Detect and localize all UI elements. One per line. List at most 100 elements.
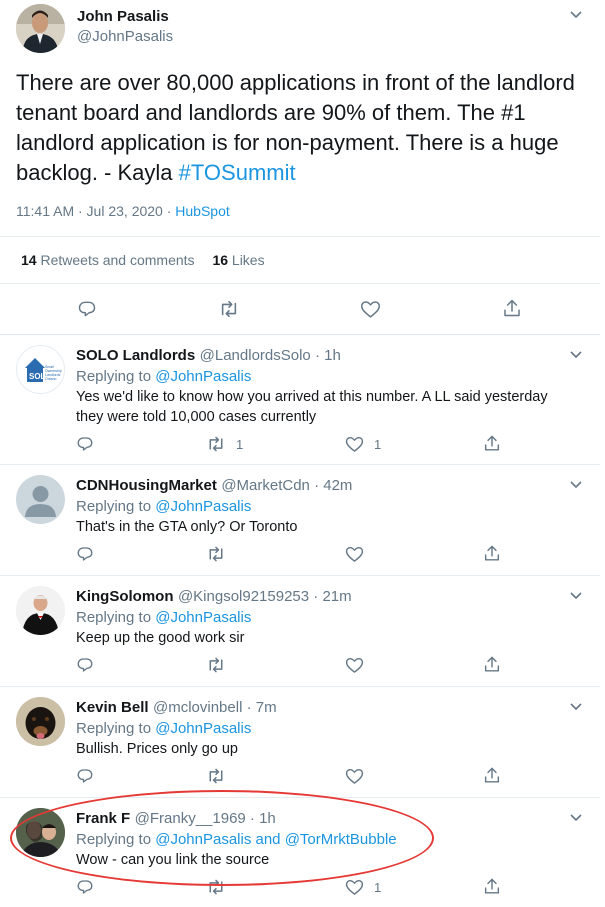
tweet-timestamp[interactable]: 11:41 AM · Jul 23, 2020 ·	[16, 203, 175, 219]
retweets-stat[interactable]: 14 Retweets and comments	[21, 252, 195, 268]
heart-icon	[345, 768, 364, 784]
reply-button[interactable]	[76, 767, 94, 785]
replying-to: Replying to @JohnPasalis	[76, 719, 251, 739]
share-button[interactable]	[483, 766, 501, 785]
highlight-annotation	[10, 790, 434, 886]
share-icon	[504, 299, 520, 317]
reply-author-handle[interactable]: @MarketCdn · 42m	[221, 477, 352, 494]
replying-to-link[interactable]: @JohnPasalis	[155, 368, 251, 385]
reply-tweet[interactable]: KingSolomon @Kingsol92159253 · 21m Reply…	[0, 576, 600, 686]
like-button[interactable]	[345, 545, 364, 563]
reply-author-name[interactable]: KingSolomon	[76, 588, 174, 605]
chevron-down-icon[interactable]	[569, 702, 583, 712]
reply-header: Kevin Bell @mclovinbell · 7m	[76, 699, 277, 717]
share-icon	[484, 435, 500, 451]
share-button[interactable]	[483, 544, 501, 563]
author-avatar[interactable]	[16, 4, 65, 53]
tweet-stats: 14 Retweets and comments 16 Likes	[21, 252, 265, 268]
likes-count: 16	[212, 252, 229, 268]
reply-author-handle[interactable]: @mclovinbell · 7m	[153, 699, 277, 716]
like-button[interactable]	[345, 767, 364, 785]
reply-author-name[interactable]: CDNHousingMarket	[76, 477, 217, 494]
chevron-down-icon[interactable]	[569, 10, 583, 20]
author-name[interactable]: John Pasalis	[77, 8, 169, 25]
logo-text: Ontario	[45, 377, 57, 381]
replying-prefix: Replying to	[76, 498, 156, 515]
tweet-source[interactable]: HubSpot	[175, 203, 229, 219]
reply-button[interactable]	[76, 878, 94, 896]
replying-to-link[interactable]: @JohnPasalis	[155, 498, 251, 515]
heart-icon	[345, 657, 364, 673]
like-button[interactable]	[345, 656, 364, 674]
share-icon	[484, 878, 500, 894]
reply-icon	[78, 301, 96, 317]
share-icon	[484, 545, 500, 561]
reply-text: Keep up the good work sir	[76, 630, 245, 646]
solo-landlords-avatar[interactable]: SOLO Small Ownership Landlords Ontario	[16, 345, 65, 394]
reply-tweet[interactable]: Kevin Bell @mclovinbell · 7m Replying to…	[0, 687, 600, 797]
share-button[interactable]	[483, 655, 501, 674]
retweet-icon	[209, 546, 223, 562]
reply-text: That's in the GTA only? Or Toronto	[76, 519, 298, 535]
share-button[interactable]	[483, 877, 501, 896]
reply-tweet[interactable]: SOLO Small Ownership Landlords Ontario S…	[0, 335, 600, 464]
reply-button[interactable]	[76, 435, 94, 453]
heart-icon	[345, 879, 364, 895]
tweet-meta: 11:41 AM · Jul 23, 2020 · HubSpot	[16, 203, 230, 219]
chevron-down-icon[interactable]	[569, 480, 583, 490]
like-count: 1	[374, 436, 382, 452]
reply-author-name[interactable]: SOLO Landlords	[76, 347, 195, 364]
reply-header: KingSolomon @Kingsol92159253 · 21m	[76, 588, 352, 606]
reply-icon	[77, 547, 93, 561]
retweet-button[interactable]	[206, 656, 226, 674]
kingsolomon-avatar[interactable]	[16, 586, 65, 635]
replying-to: Replying to @JohnPasalis	[76, 497, 251, 517]
reply-header: CDNHousingMarket @MarketCdn · 42m	[76, 477, 352, 495]
replying-prefix: Replying to	[76, 609, 156, 626]
like-button[interactable]: 1	[345, 878, 381, 896]
likes-stat[interactable]: 16 Likes	[212, 252, 264, 268]
like-button[interactable]	[360, 299, 381, 319]
replying-prefix: Replying to	[76, 720, 156, 737]
retweet-icon	[221, 300, 237, 318]
author-handle[interactable]: @JohnPasalis	[77, 28, 173, 45]
reply-icon	[77, 658, 93, 672]
default-avatar[interactable]	[16, 475, 65, 524]
reply-tweet[interactable]: CDNHousingMarket @MarketCdn · 42m Replyi…	[0, 465, 600, 575]
heart-icon	[345, 546, 364, 562]
reply-button[interactable]	[76, 656, 94, 674]
like-count: 1	[374, 879, 382, 895]
retweets-label: Retweets and comments	[40, 252, 195, 268]
likes-label: Likes	[231, 252, 265, 268]
chevron-down-icon[interactable]	[569, 350, 583, 360]
share-button[interactable]	[502, 298, 522, 319]
divider	[0, 236, 600, 237]
retweet-button[interactable]: 1	[206, 435, 243, 453]
retweet-icon	[209, 768, 223, 784]
reply-text: Yes we'd like to know how you arrived at…	[76, 389, 548, 425]
like-button[interactable]: 1	[345, 435, 381, 453]
kevin-bell-avatar[interactable]	[16, 697, 65, 746]
reply-author-name[interactable]: Kevin Bell	[76, 699, 149, 716]
retweet-icon	[209, 436, 223, 452]
retweet-button[interactable]	[206, 767, 226, 785]
reply-icon	[77, 769, 93, 783]
replying-to-link[interactable]: @JohnPasalis	[155, 720, 251, 737]
chevron-down-icon[interactable]	[569, 813, 583, 823]
replying-to-link[interactable]: @JohnPasalis	[155, 609, 251, 626]
reply-author-handle[interactable]: @Kingsol92159253 · 21m	[178, 588, 352, 605]
reply-button[interactable]	[77, 299, 97, 319]
replying-prefix: Replying to	[76, 368, 156, 385]
reply-button[interactable]	[76, 545, 94, 563]
reply-author-handle[interactable]: @LandlordsSolo · 1h	[200, 347, 341, 364]
retweets-count: 14	[21, 252, 37, 268]
retweet-button[interactable]	[206, 545, 226, 563]
share-button[interactable]	[483, 434, 501, 453]
share-icon	[484, 656, 500, 672]
retweet-button[interactable]	[218, 299, 240, 319]
reply-header: SOLO Landlords @LandlordsSolo · 1h	[76, 347, 341, 365]
chevron-down-icon[interactable]	[569, 591, 583, 601]
heart-icon	[361, 301, 380, 318]
hashtag-link[interactable]: #TOSummit	[179, 160, 296, 185]
reply-icon	[77, 880, 93, 894]
